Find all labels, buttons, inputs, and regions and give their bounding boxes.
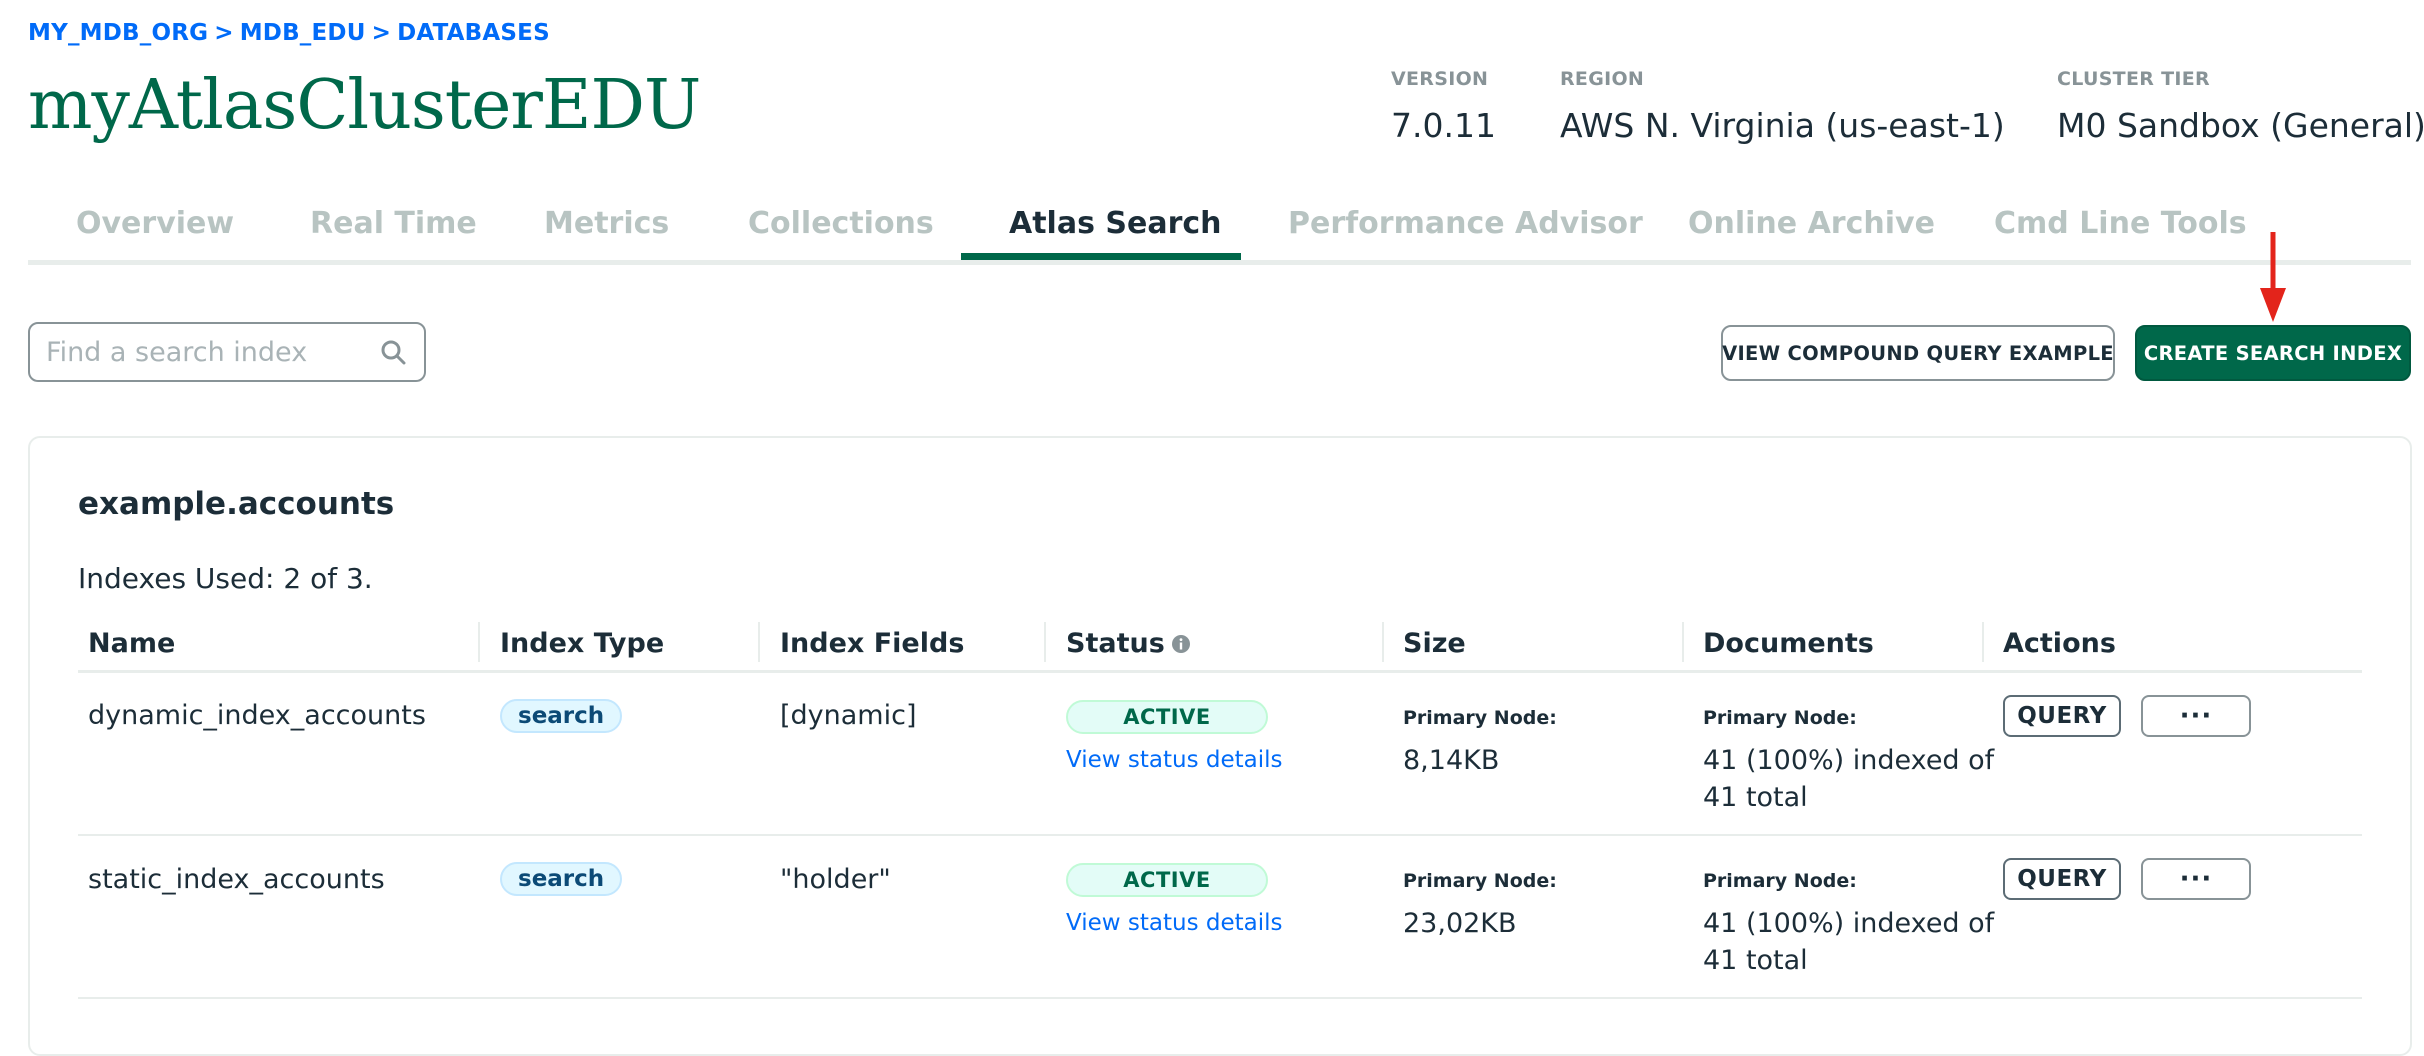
column-header-actions: Actions [2003, 628, 2116, 659]
atlas-search-page: MY_MDB_ORG > MDB_EDU > DATABASES myAtlas… [0, 0, 2424, 1056]
region-label: REGION [1560, 68, 1645, 90]
column-divider [758, 622, 760, 662]
table-header-divider [78, 670, 2362, 673]
region-value: AWS N. Virginia (us-east-1) [1560, 106, 2005, 145]
size-value: 8,14KB [1403, 745, 1500, 776]
tab-performance-advisor[interactable]: Performance Advisor [1288, 206, 1643, 241]
tab-real-time[interactable]: Real Time [310, 206, 477, 241]
search-index-input[interactable] [44, 335, 358, 369]
index-type-badge: search [500, 699, 623, 733]
search-icon[interactable] [380, 339, 406, 365]
breadcrumb-databases-link[interactable]: DATABASES [397, 20, 550, 46]
cluster-tier-info: CLUSTER TIER M0 Sandbox (General) [2057, 68, 2424, 145]
status-badge: ACTIVE [1066, 863, 1268, 897]
tab-overview[interactable]: Overview [76, 206, 234, 241]
documents-indexed-text: 41 (100%) indexed of [1703, 908, 1995, 939]
collection-card [28, 436, 2412, 1056]
search-index-field[interactable] [28, 322, 426, 382]
breadcrumb-separator: > [214, 20, 234, 46]
red-arrow-down-icon [2260, 232, 2286, 322]
region-info: REGION AWS N. Virginia (us-east-1) [1560, 68, 2005, 145]
column-divider [1982, 622, 1984, 662]
indexes-used-text: Indexes Used: 2 of 3. [78, 562, 373, 595]
size-primary-node-label: Primary Node: [1403, 870, 1557, 892]
documents-primary-node-label: Primary Node: [1703, 707, 1857, 729]
breadcrumb: MY_MDB_ORG > MDB_EDU > DATABASES [28, 20, 550, 46]
column-header-documents: Documents [1703, 628, 1874, 659]
version-info: VERSION 7.0.11 [1391, 68, 1496, 145]
more-actions-button[interactable]: ··· [2141, 695, 2251, 737]
documents-primary-node-label: Primary Node: [1703, 870, 1857, 892]
breadcrumb-org-link[interactable]: MY_MDB_ORG [28, 20, 208, 46]
breadcrumb-project-link[interactable]: MDB_EDU [240, 20, 366, 46]
column-header-size: Size [1403, 628, 1466, 659]
tab-cmd-line-tools[interactable]: Cmd Line Tools [1994, 206, 2247, 241]
size-value: 23,02KB [1403, 908, 1517, 939]
column-divider [1682, 622, 1684, 662]
create-search-index-button[interactable]: CREATE SEARCH INDEX [2135, 325, 2411, 381]
query-button[interactable]: QUERY [2003, 858, 2121, 900]
tab-metrics[interactable]: Metrics [544, 206, 669, 241]
documents-total-text: 41 total [1703, 782, 1808, 813]
documents-total-text: 41 total [1703, 945, 1808, 976]
column-divider [478, 622, 480, 662]
tab-online-archive[interactable]: Online Archive [1688, 206, 1935, 241]
version-label: VERSION [1391, 68, 1489, 90]
more-actions-button[interactable]: ··· [2141, 858, 2251, 900]
index-fields-value: "holder" [780, 864, 891, 895]
index-type-badge: search [500, 862, 623, 896]
version-value: 7.0.11 [1391, 106, 1496, 145]
status-badge: ACTIVE [1066, 700, 1268, 734]
view-compound-query-example-button[interactable]: VIEW COMPOUND QUERY EXAMPLE [1721, 325, 2115, 381]
index-name-link[interactable]: static_index_accounts [88, 864, 385, 895]
cluster-tabs: Overview Real Time Metrics Collections A… [28, 196, 2411, 265]
view-status-details-link[interactable]: View status details [1066, 910, 1283, 936]
column-header-status: Status [1066, 628, 1191, 659]
collection-name: example.accounts [78, 486, 395, 522]
table-row-divider [78, 834, 2362, 836]
column-divider [1382, 622, 1384, 662]
view-status-details-link[interactable]: View status details [1066, 747, 1283, 773]
tab-collections[interactable]: Collections [748, 206, 934, 241]
active-tab-indicator [961, 253, 1241, 260]
status-header-label: Status [1066, 628, 1165, 659]
index-fields-value: [dynamic] [780, 700, 917, 731]
table-row-divider [78, 997, 2362, 999]
column-header-index-fields: Index Fields [780, 628, 965, 659]
page-title: myAtlasClusterEDU [28, 66, 701, 145]
column-header-name: Name [88, 628, 176, 659]
cluster-tier-label: CLUSTER TIER [2057, 68, 2210, 90]
cluster-tier-value: M0 Sandbox (General) [2057, 106, 2424, 145]
column-header-index-type: Index Type [500, 628, 665, 659]
column-divider [1044, 622, 1046, 662]
tab-atlas-search[interactable]: Atlas Search [1009, 206, 1222, 241]
query-button[interactable]: QUERY [2003, 695, 2121, 737]
breadcrumb-separator: > [371, 20, 392, 46]
info-icon[interactable] [1171, 634, 1191, 654]
size-primary-node-label: Primary Node: [1403, 707, 1557, 729]
index-name-link[interactable]: dynamic_index_accounts [88, 700, 426, 731]
documents-indexed-text: 41 (100%) indexed of [1703, 745, 1995, 776]
